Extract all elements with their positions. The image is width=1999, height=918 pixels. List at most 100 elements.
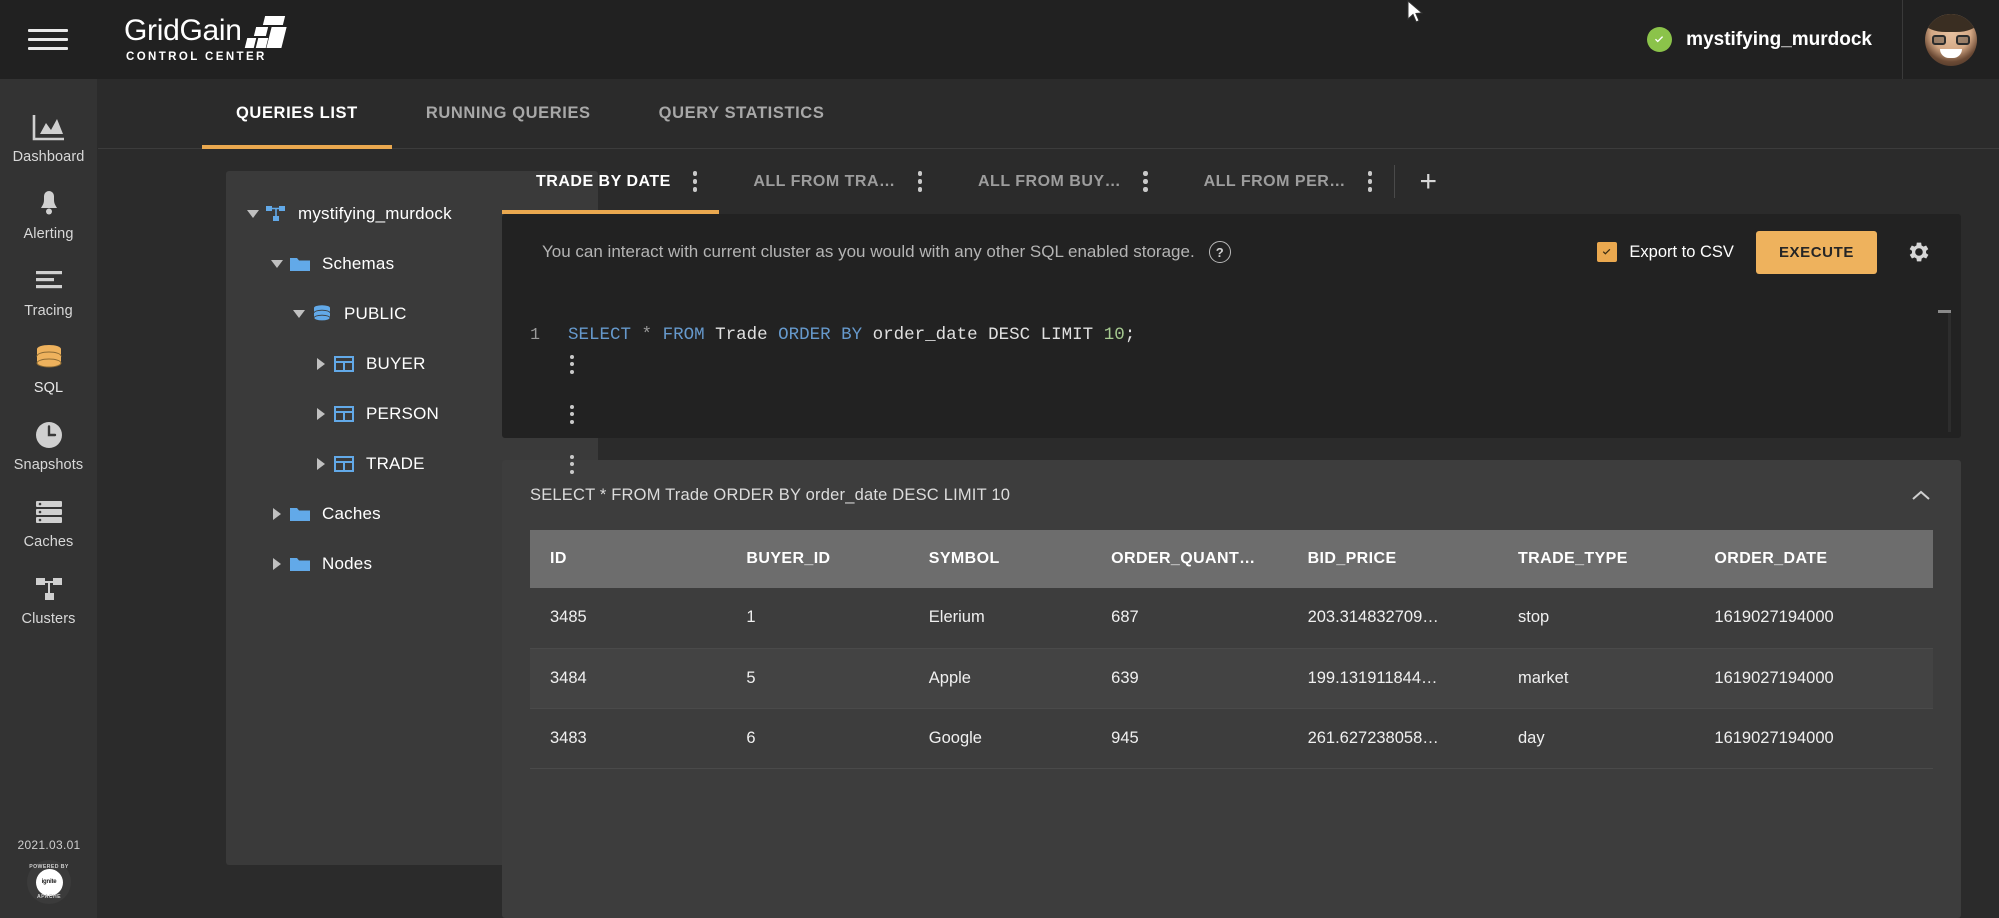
- results-title: SELECT * FROM Trade ORDER BY order_date …: [530, 485, 1011, 504]
- tree-label: BUYER: [366, 354, 426, 373]
- sql-token: Trade: [704, 325, 779, 345]
- cell-bid-price: 261.627238058…: [1287, 708, 1498, 769]
- table-icon: [332, 355, 356, 373]
- sql-token: ;: [1124, 325, 1136, 345]
- export-to-csv-label: Export to CSV: [1629, 242, 1734, 261]
- avatar[interactable]: [1925, 13, 1977, 66]
- query-tabs: TRADE BY DATE ALL FROM TRA… ALL FROM BUY…: [502, 149, 1961, 214]
- brand-logo[interactable]: GridGain CONTROL CENTER: [124, 14, 287, 63]
- clock-icon: [34, 420, 64, 450]
- execute-button[interactable]: EXECUTE: [1755, 230, 1877, 274]
- chart-area-icon: [32, 112, 66, 142]
- tab-running-queries[interactable]: RUNNING QUERIES: [392, 79, 625, 148]
- help-icon[interactable]: ?: [1208, 241, 1231, 263]
- sql-token: ORDER: [778, 325, 831, 345]
- caret-right-icon[interactable]: [310, 353, 332, 375]
- chevron-up-icon[interactable]: [1903, 481, 1939, 509]
- sidebar-item-caches[interactable]: Caches: [0, 486, 98, 563]
- tree-label: Schemas: [322, 254, 395, 273]
- column-header-order-date[interactable]: ORDER_DATE: [1694, 530, 1933, 588]
- nav-tabs-spacer: [98, 79, 202, 148]
- table-icon: [332, 405, 356, 423]
- sql-editor-body[interactable]: 1 SELECT * FROM Trade ORDER BY order_dat…: [502, 290, 1961, 438]
- sql-token: *: [641, 325, 653, 345]
- export-to-csv-checkbox[interactable]: Export to CSV: [1597, 242, 1734, 262]
- query-tab-menu-button[interactable]: [917, 165, 945, 198]
- table-row[interactable]: 3484 5 Apple 639 199.131911844… market 1…: [530, 648, 1933, 709]
- editor-scrollbar[interactable]: [1938, 310, 1951, 432]
- gear-icon[interactable]: [1899, 233, 1937, 271]
- sidebar-rail: Dashboard Alerting Tracing SQL Snapshots…: [0, 79, 98, 918]
- checkbox-checked-icon[interactable]: [1597, 242, 1618, 262]
- cell-order-quantity: 687: [1091, 588, 1288, 649]
- sidebar-label: Caches: [23, 534, 74, 550]
- caret-down-icon[interactable]: [288, 303, 310, 325]
- sql-token: SELECT: [568, 325, 632, 345]
- table-row[interactable]: 3485 1 Elerium 687 203.314832709… stop 1…: [530, 588, 1933, 649]
- column-header-bid-price[interactable]: BID_PRICE: [1287, 530, 1498, 588]
- editor-scrollbar-thumb[interactable]: [1938, 310, 1951, 313]
- tree-node-caches[interactable]: Caches: [226, 489, 598, 539]
- brand-row: GridGain: [124, 14, 287, 48]
- query-tab-menu-button[interactable]: [1143, 165, 1170, 198]
- top-bar: GridGain CONTROL CENTER mystifying_murdo…: [0, 0, 1999, 79]
- query-tab-menu-button[interactable]: [1367, 165, 1395, 198]
- caret-right-icon[interactable]: [310, 403, 332, 425]
- column-header-symbol[interactable]: SYMBOL: [908, 530, 1092, 588]
- sql-code[interactable]: SELECT * FROM Trade ORDER BY order_date …: [548, 310, 1961, 438]
- mouse-cursor-icon: [1407, 0, 1424, 23]
- sidebar-item-snapshots[interactable]: Snapshots: [0, 409, 98, 486]
- tree-node-nodes[interactable]: Nodes: [226, 539, 598, 589]
- column-header-trade-type[interactable]: TRADE_TYPE: [1498, 530, 1695, 588]
- add-query-tab-button[interactable]: +: [1395, 149, 1461, 214]
- sidebar-label: Dashboard: [12, 149, 85, 165]
- query-tab-trade-by-date[interactable]: TRADE BY DATE: [502, 149, 720, 214]
- cell-order-date: 1619027194000: [1694, 588, 1933, 649]
- query-tab-label: ALL FROM PER…: [1203, 172, 1346, 190]
- caret-right-icon[interactable]: [266, 503, 288, 525]
- tree-node-schemas[interactable]: Schemas: [226, 239, 598, 289]
- tree-row-menu-button[interactable]: [564, 449, 580, 480]
- sidebar-item-tracing[interactable]: Tracing: [0, 255, 98, 332]
- tree-label: Nodes: [322, 554, 373, 573]
- column-header-buyer-id[interactable]: BUYER_ID: [726, 530, 909, 588]
- query-tab-menu-button[interactable]: [692, 165, 720, 198]
- body: Dashboard Alerting Tracing SQL Snapshots…: [0, 79, 1999, 918]
- caret-down-icon[interactable]: [242, 203, 264, 225]
- caret-right-icon[interactable]: [310, 453, 332, 475]
- query-tab-all-from-per[interactable]: ALL FROM PER…: [1170, 149, 1395, 214]
- tab-queries-list[interactable]: QUERIES LIST: [202, 79, 392, 149]
- caret-right-icon[interactable]: [266, 553, 288, 575]
- cluster-topology-icon: [264, 205, 288, 223]
- tab-query-statistics[interactable]: QUERY STATISTICS: [625, 79, 859, 148]
- cell-trade-type: day: [1498, 708, 1695, 769]
- hamburger-icon[interactable]: [28, 25, 68, 55]
- tree-label: TRADE: [366, 454, 425, 473]
- topbar-right: mystifying_murdock: [1647, 0, 1999, 79]
- sidebar-item-clusters[interactable]: Clusters: [0, 563, 98, 640]
- avatar-glasses: [1932, 34, 1970, 45]
- tree-node-table-trade[interactable]: TRADE: [226, 439, 598, 489]
- cell-order-quantity: 945: [1091, 708, 1288, 769]
- folder-icon: [288, 255, 312, 273]
- query-tab-all-from-buy[interactable]: ALL FROM BUY…: [944, 149, 1170, 214]
- brand-name: GridGain: [124, 14, 242, 47]
- cell-symbol: Google: [908, 708, 1092, 769]
- cluster-status[interactable]: mystifying_murdock: [1647, 27, 1902, 52]
- query-tab-all-from-tra[interactable]: ALL FROM TRA…: [719, 149, 944, 214]
- caret-down-icon[interactable]: [266, 253, 288, 275]
- sidebar-item-sql[interactable]: SQL: [0, 332, 98, 409]
- table-row[interactable]: 3483 6 Google 945 261.627238058… day 161…: [530, 708, 1933, 769]
- sidebar-item-dashboard[interactable]: Dashboard: [0, 101, 98, 178]
- topbar-divider: [1902, 0, 1903, 79]
- sql-token: 10: [1103, 325, 1125, 345]
- sidebar-item-alerting[interactable]: Alerting: [0, 178, 98, 255]
- cell-order-quantity: 639: [1091, 648, 1288, 709]
- column-header-order-quantity[interactable]: ORDER_QUANT…: [1091, 530, 1288, 588]
- sql-token: BY: [841, 325, 863, 345]
- gridgain-mark-icon: [244, 16, 287, 48]
- editor-toolbar-right: Export to CSV EXECUTE: [1597, 230, 1937, 274]
